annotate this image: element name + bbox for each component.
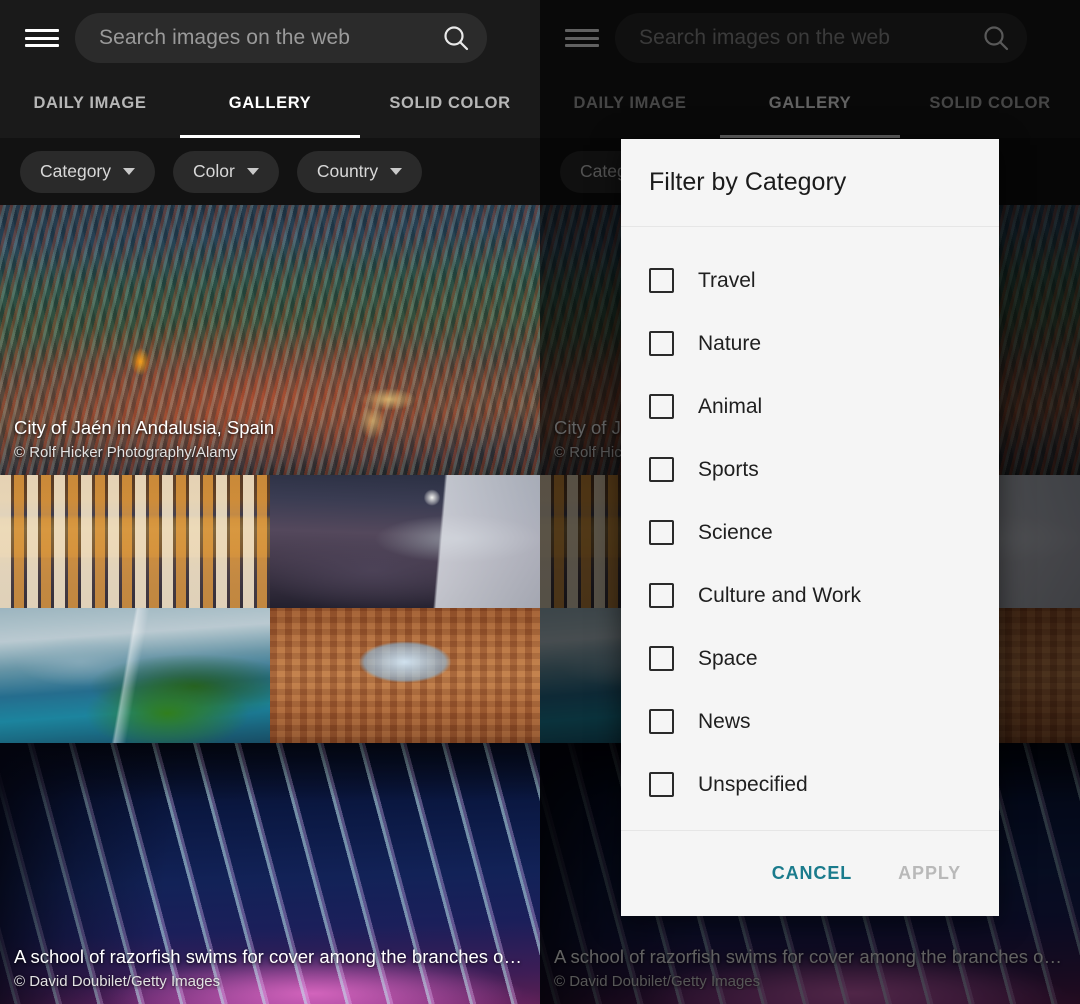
checkbox-icon[interactable] <box>649 646 674 671</box>
tab-daily-image[interactable]: DAILY IMAGE <box>0 76 180 138</box>
category-option-list: Travel Nature Animal Sports Science Cult… <box>621 227 999 830</box>
dialog-title: Filter by Category <box>649 168 847 196</box>
app-bar-left: Search images on the web <box>0 0 540 76</box>
category-option-label: Science <box>698 520 773 544</box>
category-option-sports[interactable]: Sports <box>621 438 999 501</box>
checkbox-icon[interactable] <box>649 268 674 293</box>
hero-image <box>0 205 540 475</box>
checkbox-icon[interactable] <box>649 520 674 545</box>
checkbox-icon[interactable] <box>649 331 674 356</box>
checkbox-icon[interactable] <box>649 772 674 797</box>
category-option-label: News <box>698 709 751 733</box>
cliff-waterfall-image <box>0 608 270 743</box>
chip-country-label: Country <box>316 161 379 181</box>
chevron-down-icon <box>390 168 403 175</box>
image-gallery-left: City of Jaén in Andalusia, Spain © Rolf … <box>0 205 540 1004</box>
gallery-row-2 <box>0 475 540 608</box>
checkbox-icon[interactable] <box>649 583 674 608</box>
panel-left-normal: Search images on the web DAILY IMAGE GAL… <box>0 0 540 1004</box>
category-option-label: Culture and Work <box>698 583 862 607</box>
gallery-thumb-boat-huts[interactable] <box>0 475 270 608</box>
search-icon[interactable] <box>441 23 471 53</box>
search-input[interactable]: Search images on the web <box>99 26 441 50</box>
checkbox-icon[interactable] <box>649 457 674 482</box>
category-option-label: Unspecified <box>698 772 808 796</box>
chevron-down-icon <box>246 168 259 175</box>
checkbox-icon[interactable] <box>649 394 674 419</box>
gargoyle-image <box>270 475 540 608</box>
cancel-button[interactable]: CANCEL <box>758 853 866 894</box>
courtyard-image <box>270 608 540 743</box>
category-option-label: Travel <box>698 268 756 292</box>
gallery-bottom-item[interactable]: A school of razorfish swims for cover am… <box>0 743 540 1004</box>
gallery-hero-item[interactable]: City of Jaén in Andalusia, Spain © Rolf … <box>0 205 540 475</box>
screenshot-root: Search images on the web DAILY IMAGE GAL… <box>0 0 1080 1004</box>
category-option-culture-and-work[interactable]: Culture and Work <box>621 564 999 627</box>
chip-color[interactable]: Color <box>173 150 279 193</box>
gallery-row-3 <box>0 608 540 743</box>
category-option-label: Nature <box>698 331 762 355</box>
gallery-thumb-cliff[interactable] <box>0 608 270 743</box>
tab-gallery[interactable]: GALLERY <box>180 76 360 138</box>
hamburger-menu-icon[interactable] <box>25 26 59 50</box>
category-option-label: Space <box>698 646 758 670</box>
chip-category[interactable]: Category <box>20 150 156 193</box>
razorfish-image <box>0 743 540 1004</box>
chip-country[interactable]: Country <box>296 150 423 193</box>
category-option-space[interactable]: Space <box>621 627 999 690</box>
category-option-news[interactable]: News <box>621 690 999 753</box>
filter-chip-bar-left: Category Color Country <box>0 138 540 205</box>
chip-color-label: Color <box>193 161 235 181</box>
chip-category-label: Category <box>40 161 112 181</box>
gallery-thumb-courtyard[interactable] <box>270 608 540 743</box>
chevron-down-icon <box>123 168 136 175</box>
boat-huts-image <box>0 475 270 608</box>
category-option-label: Sports <box>698 457 759 481</box>
filter-category-dialog: Filter by Category Travel Nature Animal … <box>621 139 999 916</box>
category-option-animal[interactable]: Animal <box>621 375 999 438</box>
category-option-travel[interactable]: Travel <box>621 249 999 312</box>
category-option-science[interactable]: Science <box>621 501 999 564</box>
tab-bar-left: DAILY IMAGE GALLERY SOLID COLOR <box>0 76 540 138</box>
search-bar[interactable]: Search images on the web <box>75 13 487 63</box>
category-option-unspecified[interactable]: Unspecified <box>621 753 999 816</box>
category-option-nature[interactable]: Nature <box>621 312 999 375</box>
dialog-footer: CANCEL APPLY <box>621 830 999 916</box>
checkbox-icon[interactable] <box>649 709 674 734</box>
category-option-label: Animal <box>698 394 763 418</box>
gallery-thumb-gargoyle[interactable] <box>270 475 540 608</box>
apply-button[interactable]: APPLY <box>884 853 975 894</box>
tab-solid-color[interactable]: SOLID COLOR <box>360 76 540 138</box>
dialog-header: Filter by Category <box>621 139 999 227</box>
